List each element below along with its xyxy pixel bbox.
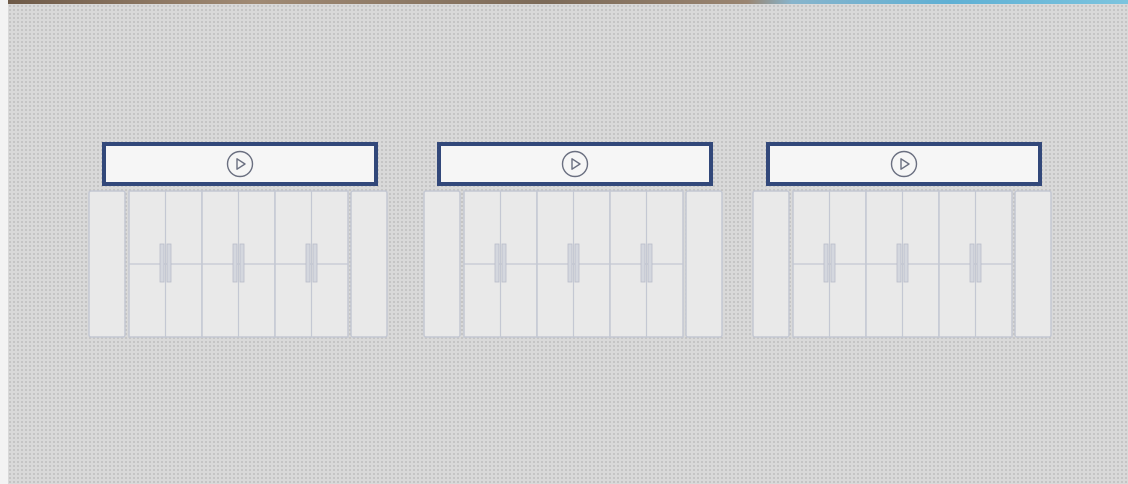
left-edge (0, 0, 8, 484)
play-button-2[interactable] (437, 142, 713, 186)
play-circle-icon (561, 150, 589, 178)
cabinet-unit-3 (752, 190, 1052, 338)
play-circle-icon (890, 150, 918, 178)
cabinet-unit-1 (88, 190, 388, 338)
play-button-3[interactable] (766, 142, 1042, 186)
play-button-1[interactable] (102, 142, 378, 186)
cabinet-group-2 (423, 0, 723, 340)
cabinet-group-3 (752, 0, 1052, 340)
play-circle-icon (226, 150, 254, 178)
cabinet-group-1 (88, 0, 388, 340)
cabinet-unit-2 (423, 190, 723, 338)
